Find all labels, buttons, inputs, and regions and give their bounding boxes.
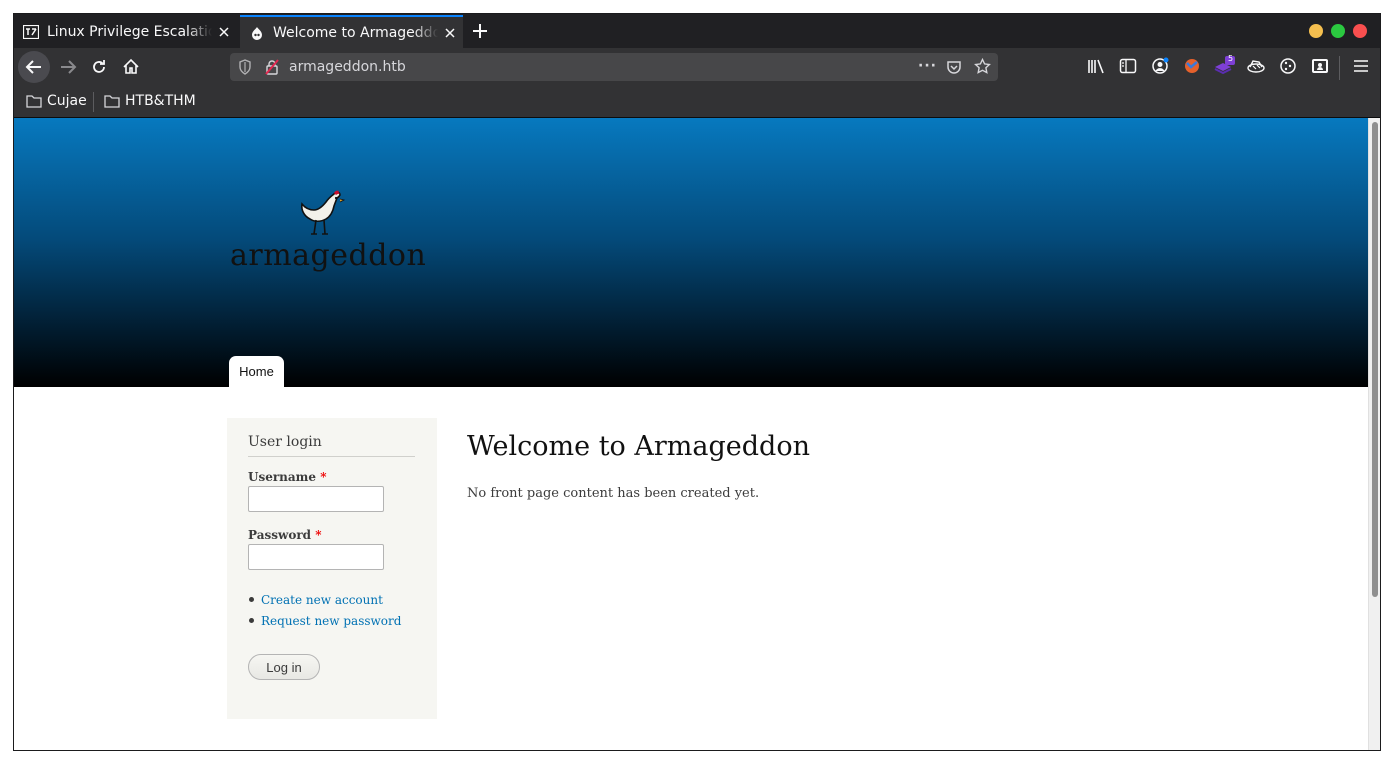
- hamburger-menu-icon[interactable]: [1350, 55, 1372, 77]
- url-text[interactable]: armageddon.htb: [289, 59, 406, 75]
- forward-icon[interactable]: [54, 53, 82, 81]
- close-tab-icon[interactable]: [216, 24, 232, 40]
- close-window-button[interactable]: [1353, 24, 1367, 38]
- bullet-icon: [249, 618, 254, 623]
- reload-icon[interactable]: [85, 53, 113, 81]
- required-marker: *: [315, 528, 322, 542]
- bookmark-star-icon[interactable]: [974, 57, 991, 79]
- list-item: Create new account: [248, 589, 401, 610]
- login-block-title: User login: [248, 434, 415, 457]
- tab-armageddon[interactable]: Welcome to Armageddon: [240, 15, 463, 48]
- cookie-icon[interactable]: [1277, 55, 1299, 77]
- library-icon[interactable]: [1085, 55, 1107, 77]
- drupal-icon: [249, 25, 265, 41]
- extension-user-agent-icon[interactable]: [1309, 55, 1331, 77]
- password-label: Password *: [248, 528, 322, 542]
- folder-icon: [104, 95, 120, 108]
- request-password-link[interactable]: Request new password: [261, 614, 401, 628]
- new-tab-icon[interactable]: [471, 22, 489, 40]
- login-links-list: Create new account Request new password: [248, 589, 401, 631]
- close-tab-icon[interactable]: [442, 25, 458, 41]
- page-viewport: armageddon Home User login Username * Pa…: [14, 118, 1368, 750]
- bookmark-label: Cujae: [47, 93, 87, 109]
- insecure-lock-icon[interactable]: [264, 59, 280, 79]
- user-login-block: User login Username * Password * Create …: [227, 418, 437, 719]
- list-item: Request new password: [248, 610, 401, 631]
- navigation-toolbar: armageddon.htb ··· 5: [14, 48, 1380, 87]
- bookmarks-toolbar: Cujae HTB&THM: [14, 87, 1380, 118]
- bookmark-folder-htb-thm[interactable]: HTB&THM: [104, 93, 196, 109]
- logo-text: armageddon: [230, 238, 427, 273]
- folder-icon: [26, 95, 42, 108]
- scrollbar-thumb[interactable]: [1372, 122, 1378, 597]
- tracking-shield-icon[interactable]: [238, 59, 252, 79]
- nav-home-tab[interactable]: Home: [229, 356, 284, 387]
- maximize-button[interactable]: [1331, 24, 1345, 38]
- browser-window: Linux Privilege Escalation Welcome to Ar…: [13, 13, 1381, 751]
- account-icon[interactable]: [1149, 55, 1171, 77]
- bookmark-label: HTB&THM: [125, 93, 196, 109]
- page-title: Welcome to Armageddon: [467, 431, 810, 462]
- extension-fox-icon[interactable]: [1181, 55, 1203, 77]
- bookmark-separator: [93, 92, 94, 112]
- tab-linux-privesc[interactable]: Linux Privilege Escalation: [14, 15, 239, 48]
- extension-stack-icon[interactable]: 5: [1213, 54, 1235, 77]
- create-account-link[interactable]: Create new account: [261, 593, 383, 607]
- username-label: Username *: [248, 470, 327, 484]
- home-icon[interactable]: [117, 53, 145, 81]
- htb-icon: [23, 24, 39, 40]
- page-actions-icon[interactable]: ···: [918, 58, 937, 74]
- back-icon[interactable]: [18, 51, 50, 83]
- password-input[interactable]: [248, 544, 384, 570]
- tab-title: Linux Privilege Escalation: [47, 23, 212, 40]
- sidebar-icon[interactable]: [1117, 55, 1139, 77]
- url-bar[interactable]: armageddon.htb ···: [230, 53, 998, 81]
- pocket-icon[interactable]: [946, 59, 962, 79]
- username-input[interactable]: [248, 486, 384, 512]
- vertical-scrollbar[interactable]: [1368, 118, 1380, 750]
- extension-tinfoil-icon[interactable]: [1245, 55, 1267, 77]
- site-header: armageddon Home: [14, 118, 1368, 387]
- minimize-button[interactable]: [1309, 24, 1323, 38]
- required-marker: *: [320, 470, 327, 484]
- rooster-icon: [301, 190, 346, 235]
- login-button[interactable]: Log in: [248, 654, 320, 680]
- site-logo[interactable]: armageddon: [230, 190, 426, 280]
- extension-badge: 5: [1228, 54, 1234, 63]
- toolbar-separator: [1339, 56, 1340, 80]
- tab-bar: Linux Privilege Escalation Welcome to Ar…: [14, 14, 1380, 48]
- bullet-icon: [249, 597, 254, 602]
- tab-title: Welcome to Armageddon: [273, 24, 438, 41]
- page-body-text: No front page content has been created y…: [467, 486, 760, 501]
- bookmark-folder-cujae[interactable]: Cujae: [26, 93, 87, 109]
